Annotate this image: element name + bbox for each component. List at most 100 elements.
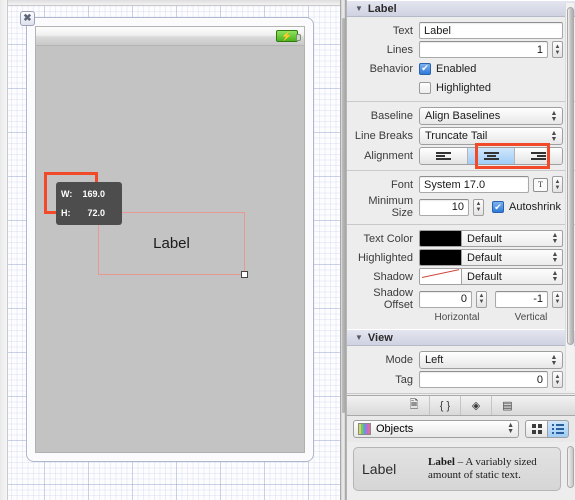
shadow-offset-horizontal-stepper[interactable]: ▲ ▼ <box>476 290 487 308</box>
canvas-label-text: Label <box>153 235 190 252</box>
inspector-scrollbar[interactable] <box>565 3 574 391</box>
close-icon[interactable]: ✖ <box>20 11 35 26</box>
shadow-offset-horizontal-input[interactable]: 0 <box>419 290 472 308</box>
library-item-dash: – <box>454 456 466 468</box>
row-behavior-enabled: Behavior Enabled <box>347 59 575 78</box>
tooltip-width-value: 169.0 <box>82 188 105 199</box>
font-size-stepper[interactable]: ▲ ▼ <box>552 176 563 193</box>
minimum-size-input[interactable]: 10 <box>419 198 469 216</box>
shadow-color-swatch[interactable] <box>420 269 462 284</box>
attributes-inspector: ▼ Label Text Label Lines 1 ▲ ▼ Behavior … <box>346 0 575 500</box>
row-behavior-highlighted: Highlighted <box>347 78 575 97</box>
library-scrollbar-thumb[interactable] <box>567 446 574 488</box>
text-input[interactable]: Label <box>419 22 563 39</box>
library-category-dropdown[interactable]: Objects ▲ ▼ <box>353 420 519 438</box>
alignment-segmented-control[interactable] <box>419 147 563 165</box>
minimum-size-stepper[interactable]: ▲ ▼ <box>473 198 484 216</box>
shadow-color-well[interactable]: Default ▲ ▼ <box>419 268 563 285</box>
library-panel: 🗎 { } ◈ ▤ Objects ▲ ▼ Label Label – A va… <box>347 396 575 500</box>
checkbox-enabled-group[interactable]: Enabled <box>419 62 477 75</box>
checkbox-autoshrink-group[interactable]: Autoshrink <box>492 201 561 213</box>
tag-stepper[interactable]: ▲ ▼ <box>552 371 563 388</box>
disclosure-triangle-icon[interactable]: ▼ <box>355 4 363 13</box>
section-header-label[interactable]: ▼ Label <box>347 0 575 17</box>
checkbox-enabled[interactable] <box>419 62 431 75</box>
align-right-button[interactable] <box>515 148 562 164</box>
checkbox-autoshrink[interactable] <box>492 201 504 213</box>
row-font: Font System 17.0 T ▲ ▼ <box>347 175 575 194</box>
section-header-view[interactable]: ▼ View <box>347 329 575 346</box>
horizontal-sublabel: Horizontal <box>434 312 480 323</box>
font-caption: Font <box>390 178 413 191</box>
media-icon[interactable]: ▤ <box>492 396 523 415</box>
text-color-well[interactable]: Default ▲ ▼ <box>419 230 563 247</box>
row-text: Text Label <box>347 21 575 40</box>
mode-dropdown[interactable]: Left ▲ ▼ <box>419 351 563 369</box>
tooltip-width-key: W: <box>61 188 73 199</box>
minimum-size-caption: Minimum Size <box>368 195 413 219</box>
highlighted-color-swatch[interactable] <box>420 250 462 265</box>
row-minimum-size: Minimum Size 10 ▲▼ Autoshrink <box>347 194 575 220</box>
resize-handle-bottom-right[interactable] <box>241 271 248 278</box>
row-shadow-offset: Shadow Offset 0 ▲ ▼ -1 ▲ ▼ <box>347 286 575 312</box>
grid-view-icon <box>531 424 542 434</box>
library-view-toggle[interactable] <box>525 420 569 438</box>
disclosure-triangle-icon[interactable]: ▼ <box>355 333 363 342</box>
alignment-caption: Alignment <box>364 150 413 162</box>
align-center-button[interactable] <box>467 148 516 164</box>
battery-icon: ⚡ <box>276 30 301 42</box>
row-tag: Tag 0 ▲ ▼ <box>347 370 575 389</box>
lines-input[interactable]: 1 <box>419 41 548 58</box>
tag-caption: Tag <box>395 373 413 386</box>
behavior-caption: Behavior <box>369 62 413 75</box>
canvas-area[interactable]: ✖ ⚡ Label W: 169.0 H: 72.0 <box>0 0 340 500</box>
text-color-value: Default <box>467 232 502 245</box>
row-alignment: Alignment <box>347 143 575 169</box>
baseline-value: Align Baselines <box>425 110 501 122</box>
shadow-offset-vertical-input[interactable]: -1 <box>495 290 548 308</box>
braces-icon[interactable]: { } <box>430 396 461 415</box>
align-left-button[interactable] <box>420 148 468 164</box>
line-breaks-caption: Line Breaks <box>354 130 413 142</box>
baseline-dropdown[interactable]: Align Baselines ▲ ▼ <box>419 107 563 125</box>
cube-icon[interactable]: ◈ <box>461 396 492 415</box>
highlighted-color-well[interactable]: Default ▲ ▼ <box>419 249 563 266</box>
checkbox-autoshrink-label: Autoshrink <box>509 201 561 213</box>
divider-4 <box>347 393 575 394</box>
highlighted-color-caption: Highlighted <box>357 251 413 264</box>
chevron-updown-icon: ▲ ▼ <box>551 269 559 283</box>
inspector-scrollbar-thumb[interactable] <box>567 7 574 345</box>
size-tooltip: W: 169.0 H: 72.0 <box>56 182 122 225</box>
baseline-caption: Baseline <box>370 110 413 122</box>
list-view-button[interactable] <box>547 420 569 438</box>
checkbox-enabled-label: Enabled <box>436 62 477 75</box>
chevron-updown-icon: ▲ ▼ <box>551 250 559 264</box>
shadow-offset-vertical-stepper[interactable]: ▲ ▼ <box>552 290 563 308</box>
lines-stepper[interactable]: ▲ ▼ <box>552 41 563 58</box>
text-color-swatch[interactable] <box>420 231 462 246</box>
highlighted-color-value: Default <box>467 251 502 264</box>
list-item[interactable]: Label Label – A variably sized amount of… <box>353 447 561 491</box>
line-breaks-dropdown[interactable]: Truncate Tail ▲ ▼ <box>419 127 563 145</box>
checkbox-highlighted[interactable] <box>419 81 431 94</box>
tooltip-height-key: H: <box>61 207 71 218</box>
align-right-icon <box>531 152 547 160</box>
row-line-breaks: Line Breaks Truncate Tail ▲ ▼ <box>347 126 575 146</box>
file-icon[interactable]: 🗎 <box>399 396 430 415</box>
inspector-scroll-area[interactable]: ▼ Label Text Label Lines 1 ▲ ▼ Behavior … <box>347 0 575 396</box>
grid-view-button[interactable] <box>525 420 547 438</box>
tag-input[interactable]: 0 <box>419 371 548 388</box>
library-selector-bar: Objects ▲ ▼ <box>347 416 575 442</box>
chevron-updown-icon: ▲ ▼ <box>551 231 559 245</box>
checkbox-highlighted-group[interactable]: Highlighted <box>419 81 492 94</box>
align-left-icon <box>435 152 451 160</box>
library-item-title: Label <box>428 456 455 468</box>
font-input[interactable]: System 17.0 <box>419 176 529 193</box>
label-text-caption: Text <box>392 24 413 37</box>
shadow-caption: Shadow <box>373 270 413 283</box>
font-picker-button[interactable]: T <box>533 177 548 192</box>
checkbox-highlighted-label: Highlighted <box>436 81 492 94</box>
row-highlighted-color: Highlighted Default ▲ ▼ <box>347 248 575 267</box>
line-breaks-value: Truncate Tail <box>425 130 488 142</box>
library-items-list[interactable]: Label Label – A variably sized amount of… <box>347 442 575 500</box>
